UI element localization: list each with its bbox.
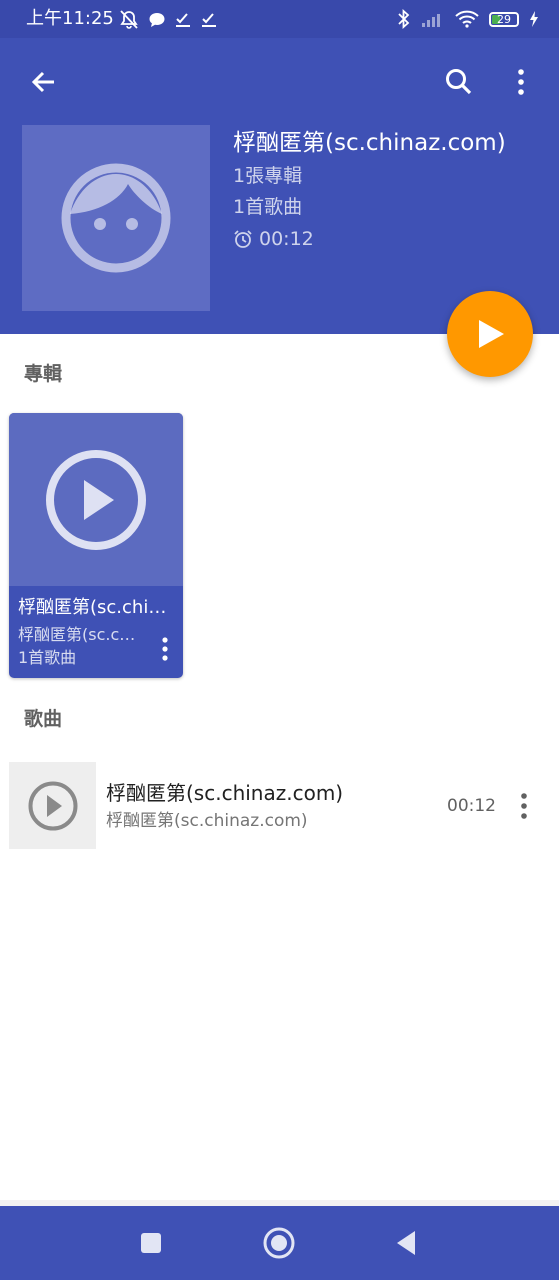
play-all-button[interactable] bbox=[447, 291, 533, 377]
search-button[interactable] bbox=[439, 62, 479, 102]
songs-section-title: 歌曲 bbox=[24, 708, 63, 730]
back-nav-button[interactable] bbox=[386, 1223, 426, 1263]
more-vert-icon bbox=[521, 793, 527, 819]
album-art bbox=[9, 413, 183, 586]
battery-icon: 29 bbox=[489, 11, 519, 27]
album-more-button[interactable] bbox=[151, 633, 179, 665]
artist-face-icon bbox=[61, 163, 171, 273]
artist-name: 桴酗匿第(sc.chinaz.com) bbox=[233, 130, 506, 156]
album-card[interactable]: 桴酗匿第(sc.chinaz.com) 桴酗匿第(sc.chinaz.com) … bbox=[9, 413, 183, 678]
artist-image bbox=[22, 125, 210, 311]
navigation-bar bbox=[0, 1206, 559, 1280]
search-icon bbox=[446, 69, 472, 95]
album-count: 1張專輯 bbox=[233, 165, 303, 187]
total-duration: 00:12 bbox=[233, 227, 506, 251]
albums-section-title: 專輯 bbox=[24, 363, 63, 385]
signal-icon bbox=[422, 14, 440, 27]
album-song-count: 1首歌曲 bbox=[18, 648, 77, 667]
back-triangle-icon bbox=[397, 1231, 415, 1255]
bluetooth-icon bbox=[398, 9, 410, 29]
more-options-button[interactable] bbox=[501, 62, 541, 102]
song-title: 桴酗匿第(sc.chinaz.com) bbox=[106, 781, 344, 805]
song-count: 1首歌曲 bbox=[233, 196, 303, 218]
play-icon bbox=[479, 320, 504, 348]
back-button[interactable] bbox=[24, 62, 64, 102]
play-circle-icon bbox=[28, 781, 77, 830]
duration-value: 00:12 bbox=[259, 228, 314, 250]
play-circle-icon bbox=[46, 449, 146, 550]
alarm-clock-icon bbox=[234, 230, 252, 248]
charging-icon bbox=[530, 11, 538, 27]
more-vert-icon bbox=[518, 69, 524, 95]
system-icons: 29 bbox=[397, 8, 539, 30]
artist-info: 桴酗匿第(sc.chinaz.com) 1張專輯 1首歌曲 00:12 bbox=[233, 128, 506, 251]
artist-header: 桴酗匿第(sc.chinaz.com) 1張專輯 1首歌曲 00:12 bbox=[0, 38, 559, 334]
more-vert-icon bbox=[162, 637, 168, 661]
notification-icons bbox=[118, 9, 218, 31]
check-icon bbox=[176, 13, 190, 27]
wifi-icon bbox=[455, 10, 479, 28]
album-artist: 桴酗匿第(sc.chinaz.com) bbox=[18, 625, 144, 644]
album-title: 桴酗匿第(sc.chinaz.com) bbox=[18, 597, 176, 618]
home-button[interactable] bbox=[259, 1223, 299, 1263]
status-bar: 上午11:25 29 bbox=[0, 0, 559, 38]
arrow-back-icon bbox=[31, 71, 54, 93]
recents-button[interactable] bbox=[131, 1223, 171, 1263]
song-art bbox=[9, 762, 96, 849]
recents-icon bbox=[141, 1233, 161, 1253]
song-row[interactable]: 桴酗匿第(sc.chinaz.com) 桴酗匿第(sc.chinaz.com) … bbox=[0, 762, 559, 850]
battery-level: 29 bbox=[497, 12, 511, 26]
song-artist: 桴酗匿第(sc.chinaz.com) bbox=[106, 811, 308, 831]
chat-icon bbox=[149, 13, 165, 27]
do-not-disturb-icon bbox=[120, 10, 138, 29]
song-duration: 00:12 bbox=[447, 796, 496, 816]
home-icon bbox=[263, 1227, 295, 1259]
status-time: 上午11:25 bbox=[26, 8, 114, 29]
song-more-button[interactable] bbox=[510, 788, 538, 824]
check-icon bbox=[202, 13, 216, 27]
